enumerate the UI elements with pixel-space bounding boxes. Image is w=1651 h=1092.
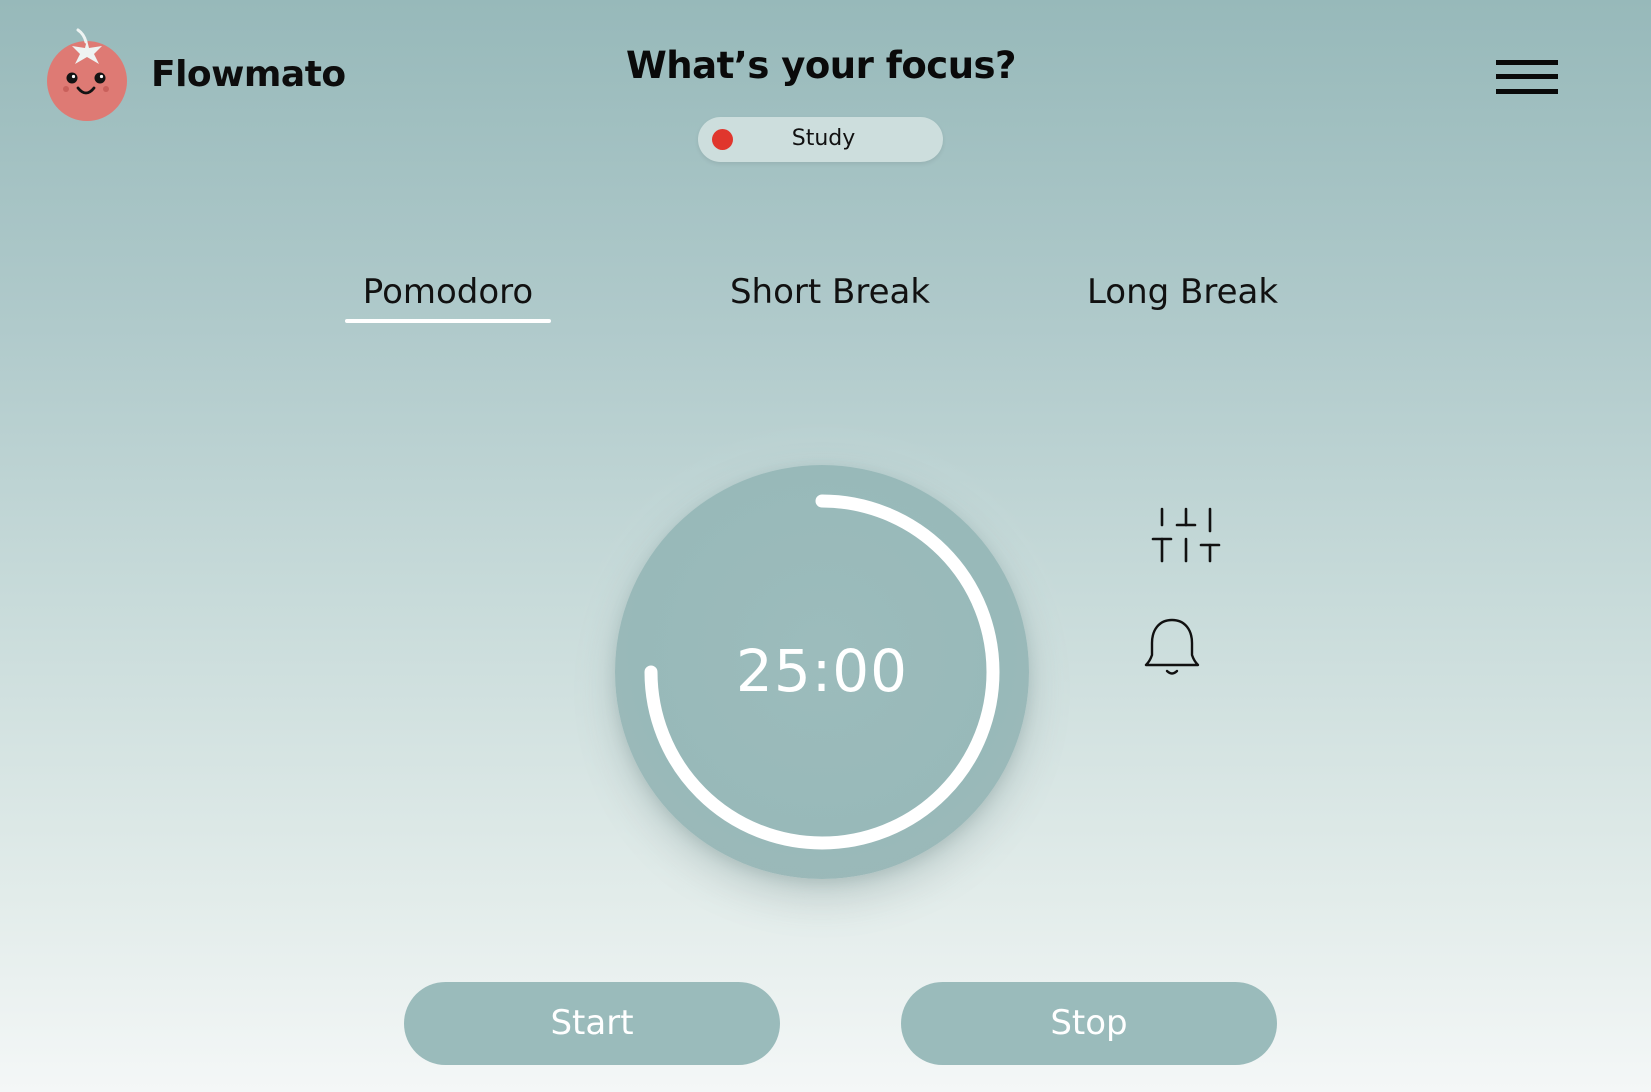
focus-selector-label: Study: [791, 126, 856, 151]
sliders-icon[interactable]: [1150, 503, 1222, 565]
hamburger-menu-icon[interactable]: [1496, 58, 1560, 98]
tab-long-break[interactable]: Long Break: [1075, 272, 1290, 312]
start-button[interactable]: Start: [404, 982, 780, 1065]
active-tab-indicator: [345, 319, 551, 323]
timer-display: 25:00: [735, 637, 909, 705]
timer-dial: 25:00: [615, 465, 1029, 879]
stop-button[interactable]: Stop: [901, 982, 1277, 1065]
tab-short-break[interactable]: Short Break: [720, 272, 940, 312]
tab-pomodoro[interactable]: Pomodoro: [345, 272, 551, 312]
bell-icon[interactable]: [1143, 615, 1201, 677]
focus-title: What’s your focus?: [625, 44, 1017, 87]
focus-selector[interactable]: Study: [698, 117, 943, 162]
